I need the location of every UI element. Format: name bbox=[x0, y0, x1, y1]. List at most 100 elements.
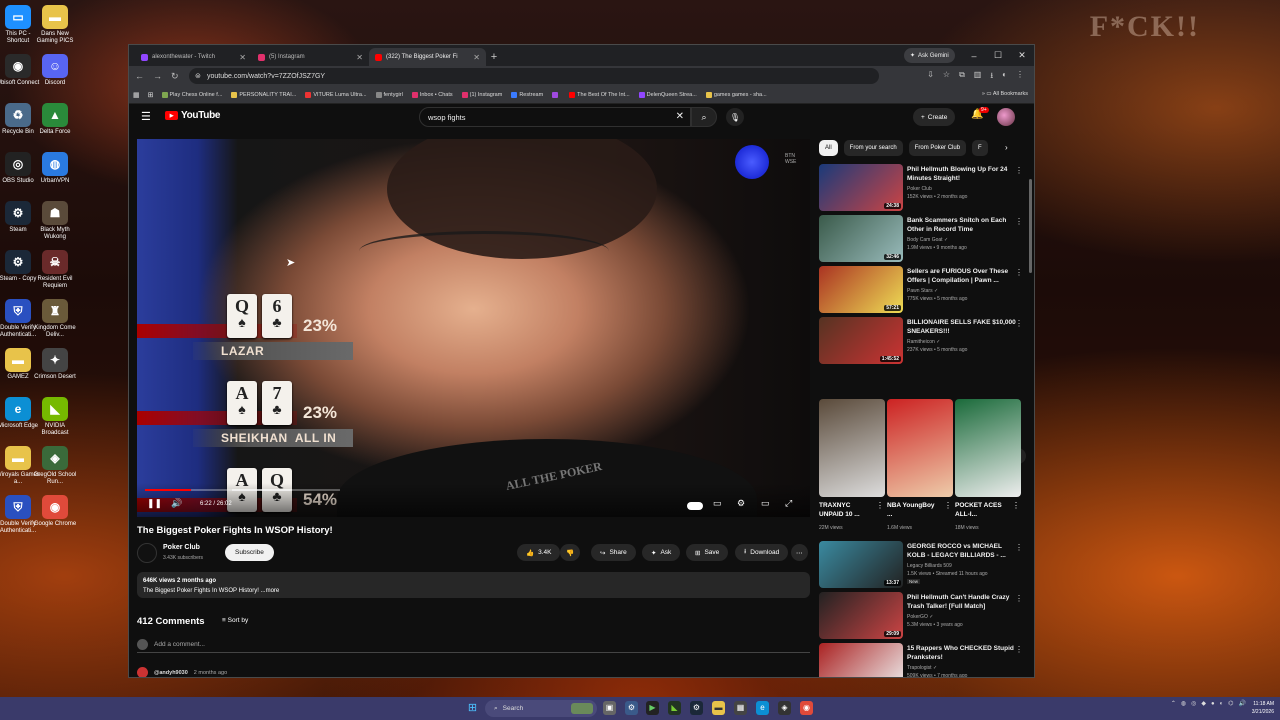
autoplay-toggle[interactable] bbox=[687, 502, 703, 510]
bookmark-item[interactable]: fentygirl bbox=[375, 91, 403, 98]
short-more-icon[interactable]: ⋮ bbox=[944, 501, 952, 510]
clear-search-icon[interactable]: ✕ bbox=[676, 111, 684, 122]
menu-icon[interactable]: ☰ bbox=[141, 110, 151, 123]
create-button[interactable]: + Create bbox=[913, 108, 956, 126]
desktop-icon[interactable]: ◉ Google Chrome bbox=[33, 495, 77, 528]
recommended-video[interactable]: 29:09 Phil Hellmuth Can't Handle Crazy Tr… bbox=[819, 592, 1029, 640]
video-player[interactable]: ALL THE POKER BTN WSE Q ♠ 6 ♣ 23% LAZAR A ♠ 7 ♣ 23… bbox=[137, 139, 810, 517]
forward-icon[interactable]: → bbox=[153, 71, 162, 81]
desktop-icon[interactable]: ☗ Black Myth Wukong bbox=[33, 201, 77, 241]
filter-chip[interactable]: F bbox=[972, 140, 988, 156]
recommended-video[interactable]: 57:21 Sellers are FURIOUS Over These Offe… bbox=[819, 266, 1029, 314]
theater-mode-icon[interactable]: ▭ bbox=[761, 498, 770, 509]
site-info-icon[interactable]: ⊜ bbox=[195, 72, 201, 80]
like-button[interactable]: 👍 3.4K bbox=[517, 544, 561, 561]
filter-chip[interactable]: From Poker Club bbox=[908, 140, 967, 156]
tray-app2-icon[interactable]: ◎ bbox=[1191, 700, 1196, 707]
tray-app-icon[interactable]: ◍ bbox=[1181, 700, 1186, 707]
taskbar-clock[interactable]: 11:18 AM 3/21/2026 bbox=[1252, 700, 1274, 716]
browser-tab[interactable]: alexonthewater - Twitch ✕ bbox=[135, 48, 252, 66]
recommended-video[interactable]: 26:4115 Rappers Who CHECKED Stupid Prank… bbox=[819, 643, 1029, 677]
youtube-logo[interactable]: ▶ YouTube bbox=[165, 110, 221, 121]
store-icon[interactable]: ▦ bbox=[734, 701, 747, 715]
recommended-channel[interactable]: Ramitheicon ✓ bbox=[907, 339, 940, 345]
settings-icon[interactable]: ⚙ bbox=[625, 701, 638, 715]
bookmark-item[interactable]: (1) Instagram bbox=[461, 91, 502, 98]
bookmark-item[interactable]: Restream bbox=[511, 91, 543, 98]
bookmark-item[interactable]: Play Chess Online f... bbox=[161, 91, 222, 98]
extensions-icon[interactable]: ⧉ bbox=[959, 70, 965, 84]
filter-chip[interactable]: From your search bbox=[843, 140, 903, 156]
nvidia-icon[interactable]: ◣ bbox=[668, 701, 681, 715]
short-more-icon[interactable]: ⋮ bbox=[1012, 501, 1020, 510]
tab-close-icon[interactable]: ✕ bbox=[239, 53, 246, 62]
add-comment-field[interactable]: Add a comment... bbox=[137, 639, 810, 653]
desktop-icon[interactable]: ◍ UrbanVPN bbox=[33, 152, 77, 185]
recommended-title[interactable]: 15 Rappers Who CHECKED Stupid Pranksters… bbox=[907, 644, 1019, 662]
profile-icon[interactable]: ◐ bbox=[1002, 70, 1007, 84]
browser-tab[interactable]: (322) The Biggest Poker Fi ✕ bbox=[369, 48, 486, 66]
sidebar-scrollbar[interactable] bbox=[1029, 179, 1032, 273]
short-title[interactable]: NBA YoungBoy ... bbox=[887, 501, 941, 519]
network-icon[interactable]: ⌬ bbox=[1228, 700, 1233, 707]
recommended-title[interactable]: GEORGE ROCCO vs MICHAEL KOLB - LEGACY BI… bbox=[907, 542, 1019, 560]
tab-close-icon[interactable]: ✕ bbox=[356, 53, 363, 62]
recommended-video[interactable]: 1:45:52 BILLIONAIRE SELLS FAKE $10,000 SN… bbox=[819, 317, 1029, 365]
short-title[interactable]: POCKET ACES ALL-I... bbox=[955, 501, 1009, 519]
side-panel-icon[interactable]: ▥ bbox=[974, 70, 982, 84]
minimize-icon[interactable]: – bbox=[962, 45, 986, 66]
recommended-title[interactable]: Bank Scammers Snitch on Each Other in Re… bbox=[907, 216, 1019, 234]
more-options-icon[interactable]: ⋮ bbox=[1015, 217, 1023, 226]
desktop-icon[interactable]: ☠ Resident Evil Requiem bbox=[33, 250, 77, 290]
sort-by-button[interactable]: ≡ Sort by bbox=[222, 617, 248, 624]
pause-icon[interactable]: ❚❚ bbox=[147, 498, 162, 509]
recommended-video[interactable]: 13:37 GEORGE ROCCO vs MICHAEL KOLB - LEGA… bbox=[819, 541, 1029, 589]
settings-gear-icon[interactable]: ⚙ bbox=[737, 498, 745, 509]
bookmark-item[interactable]: PERSONALITY TRAI... bbox=[231, 91, 296, 98]
recommended-channel[interactable]: Body Cam Goat ✓ bbox=[907, 237, 948, 243]
share-button[interactable]: ↪ Share bbox=[591, 544, 636, 561]
windows-start-icon[interactable]: ⊞ bbox=[466, 701, 479, 715]
desktop-icon[interactable]: ✦ Crimson Desert bbox=[33, 348, 77, 381]
tray-app3-icon[interactable]: ◆ bbox=[1201, 700, 1206, 707]
save-button[interactable]: ⊞ Save bbox=[686, 544, 729, 561]
channel-avatar[interactable] bbox=[137, 543, 157, 563]
url-field[interactable]: ⊜ youtube.com/watch?v=7ZZOfJSZ7GY bbox=[189, 68, 879, 84]
search-input[interactable]: wsop fights ✕ bbox=[419, 107, 691, 127]
all-bookmarks[interactable]: » ▭ All Bookmarks bbox=[982, 91, 1028, 97]
filter-chip[interactable]: All bbox=[819, 140, 838, 156]
video-thumbnail[interactable]: 32:46 bbox=[819, 215, 903, 262]
more-options-icon[interactable]: ⋮ bbox=[1015, 543, 1023, 552]
ask-button[interactable]: ✦ Ask bbox=[642, 544, 681, 561]
tray-app4-icon[interactable]: ● bbox=[1211, 701, 1215, 707]
desktop-icon[interactable]: ♜ Kingdom Come Deliv... bbox=[33, 299, 77, 339]
short-thumbnail[interactable] bbox=[819, 399, 885, 497]
more-actions-button[interactable]: ⋯ bbox=[791, 544, 808, 561]
tab-close-icon[interactable]: ✕ bbox=[473, 53, 480, 62]
download-icon[interactable]: ⭳ bbox=[990, 70, 993, 84]
more-options-icon[interactable]: ⋮ bbox=[1015, 268, 1023, 277]
speaker-icon[interactable]: 🔊 bbox=[1239, 700, 1246, 707]
recommended-channel[interactable]: Trapologist ✓ bbox=[907, 665, 937, 671]
chips-next-icon[interactable]: › bbox=[1005, 143, 1008, 152]
install-icon[interactable]: ⇩ bbox=[927, 70, 934, 84]
volume-icon[interactable]: 🔊 bbox=[171, 498, 182, 509]
reload-icon[interactable]: ↻ bbox=[171, 71, 179, 82]
recommended-title[interactable]: Phil Hellmuth Can't Handle Crazy Trash T… bbox=[907, 593, 1019, 611]
menu-dots-icon[interactable]: ⋮ bbox=[1016, 70, 1024, 84]
short-thumbnail[interactable] bbox=[887, 399, 953, 497]
media-player-icon[interactable]: ▶ bbox=[646, 701, 659, 715]
recommended-title[interactable]: BILLIONAIRE SELLS FAKE $10,000 SNEAKERS!… bbox=[907, 318, 1019, 336]
bookmark-item[interactable] bbox=[552, 91, 560, 98]
recommended-video[interactable]: 32:46 Bank Scammers Snitch on Each Other … bbox=[819, 215, 1029, 263]
bookmark-star-icon[interactable]: ☆ bbox=[943, 70, 950, 84]
taskbar-search[interactable]: ⌕ Search bbox=[485, 700, 597, 717]
chrome-icon[interactable]: ◉ bbox=[800, 701, 813, 715]
video-thumbnail[interactable]: 13:37 bbox=[819, 541, 903, 588]
video-thumbnail[interactable]: 57:21 bbox=[819, 266, 903, 313]
desktop-icon[interactable]: ▲ Delta Force bbox=[33, 103, 77, 136]
channel-name[interactable]: Poker Club bbox=[163, 544, 200, 551]
more-options-icon[interactable]: ⋮ bbox=[1015, 645, 1023, 654]
more-options-icon[interactable]: ⋮ bbox=[1015, 594, 1023, 603]
video-thumbnail[interactable]: 26:41 bbox=[819, 643, 903, 677]
